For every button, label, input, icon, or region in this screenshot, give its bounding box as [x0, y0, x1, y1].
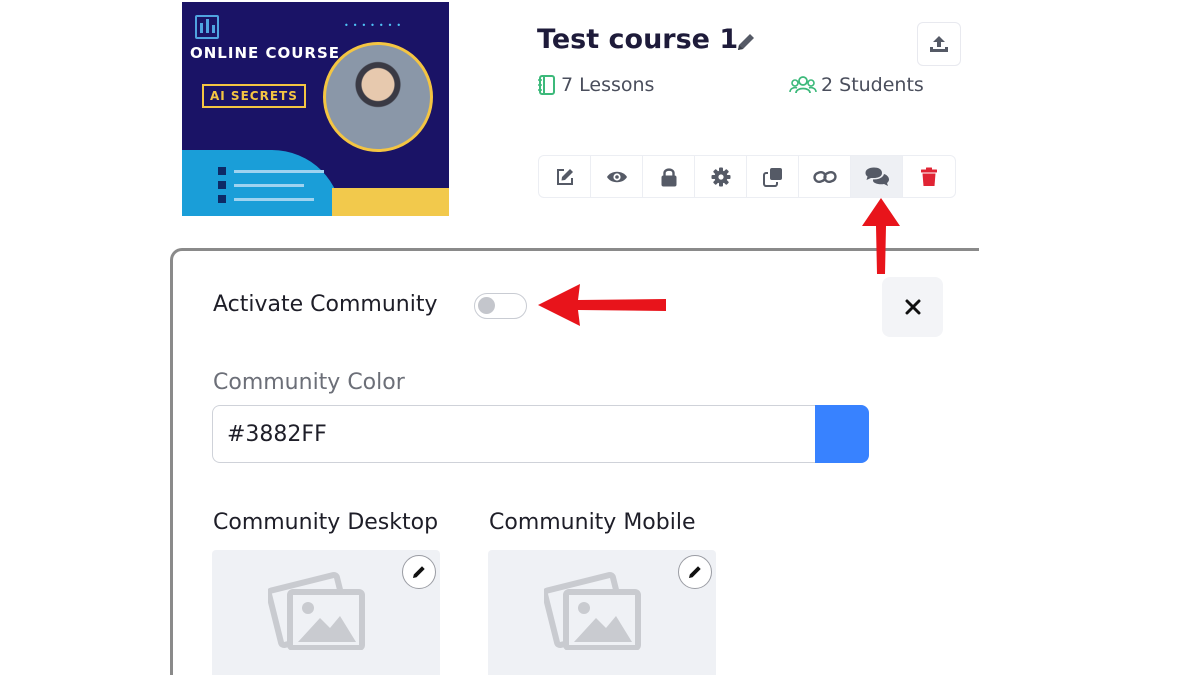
thumbnail-logo-icon — [195, 15, 219, 39]
trash-icon — [921, 167, 937, 186]
community-color-input[interactable] — [212, 405, 817, 463]
delete-button[interactable] — [903, 156, 955, 197]
users-icon — [789, 76, 817, 94]
link-button[interactable] — [799, 156, 851, 197]
activate-community-label: Activate Community — [213, 292, 438, 317]
color-picker-swatch[interactable] — [815, 405, 869, 463]
community-mobile-label: Community Mobile — [489, 510, 696, 535]
community-button[interactable] — [851, 156, 903, 197]
close-button[interactable] — [882, 277, 943, 337]
toggle-knob — [478, 297, 495, 314]
lessons-label: 7 Lessons — [561, 74, 655, 96]
course-thumbnail: ••••••• ONLINE COURSE AI SECRETS — [182, 2, 449, 216]
preview-button[interactable] — [591, 156, 643, 197]
comments-icon — [865, 167, 889, 186]
settings-button[interactable] — [695, 156, 747, 197]
thumbnail-footer — [332, 188, 449, 216]
image-placeholder-icon — [544, 572, 641, 650]
annotation-arrow-up — [862, 198, 900, 274]
lock-button[interactable] — [643, 156, 695, 197]
close-icon — [905, 299, 920, 315]
lessons-count: 7 Lessons — [537, 74, 654, 96]
community-desktop-label: Community Desktop — [213, 510, 439, 535]
desktop-image-edit-button[interactable] — [402, 555, 436, 589]
duplicate-button[interactable] — [747, 156, 799, 197]
thumbnail-dots: ••••••• — [344, 21, 406, 30]
edit-icon — [556, 168, 573, 185]
edit-button[interactable] — [539, 156, 591, 197]
thumbnail-title: ONLINE COURSE — [190, 44, 341, 62]
community-color-label: Community Color — [213, 370, 405, 395]
lock-icon — [661, 167, 676, 186]
course-toolbar — [538, 155, 956, 198]
mobile-image-edit-button[interactable] — [678, 555, 712, 589]
pencil-icon — [689, 566, 701, 578]
pencil-icon — [413, 566, 425, 578]
students-label: 2 Students — [821, 74, 924, 96]
thumbnail-wave — [182, 150, 342, 216]
link-icon — [812, 170, 837, 183]
course-title: Test course 1 — [537, 24, 739, 55]
pencil-icon[interactable] — [735, 31, 757, 53]
image-placeholder-icon — [268, 572, 365, 650]
community-desktop-image[interactable] — [212, 550, 440, 675]
upload-button[interactable] — [917, 22, 961, 66]
students-count: 2 Students — [789, 74, 924, 96]
notebook-icon — [538, 75, 555, 95]
thumbnail-badge: AI SECRETS — [202, 84, 306, 108]
eye-icon — [606, 171, 627, 182]
activate-community-toggle[interactable] — [474, 293, 527, 319]
annotation-arrow-left — [538, 284, 666, 326]
upload-icon — [930, 36, 948, 52]
community-mobile-image[interactable] — [488, 550, 716, 675]
thumbnail-photo — [323, 42, 433, 152]
gear-icon — [711, 167, 730, 186]
copy-icon — [762, 167, 782, 187]
